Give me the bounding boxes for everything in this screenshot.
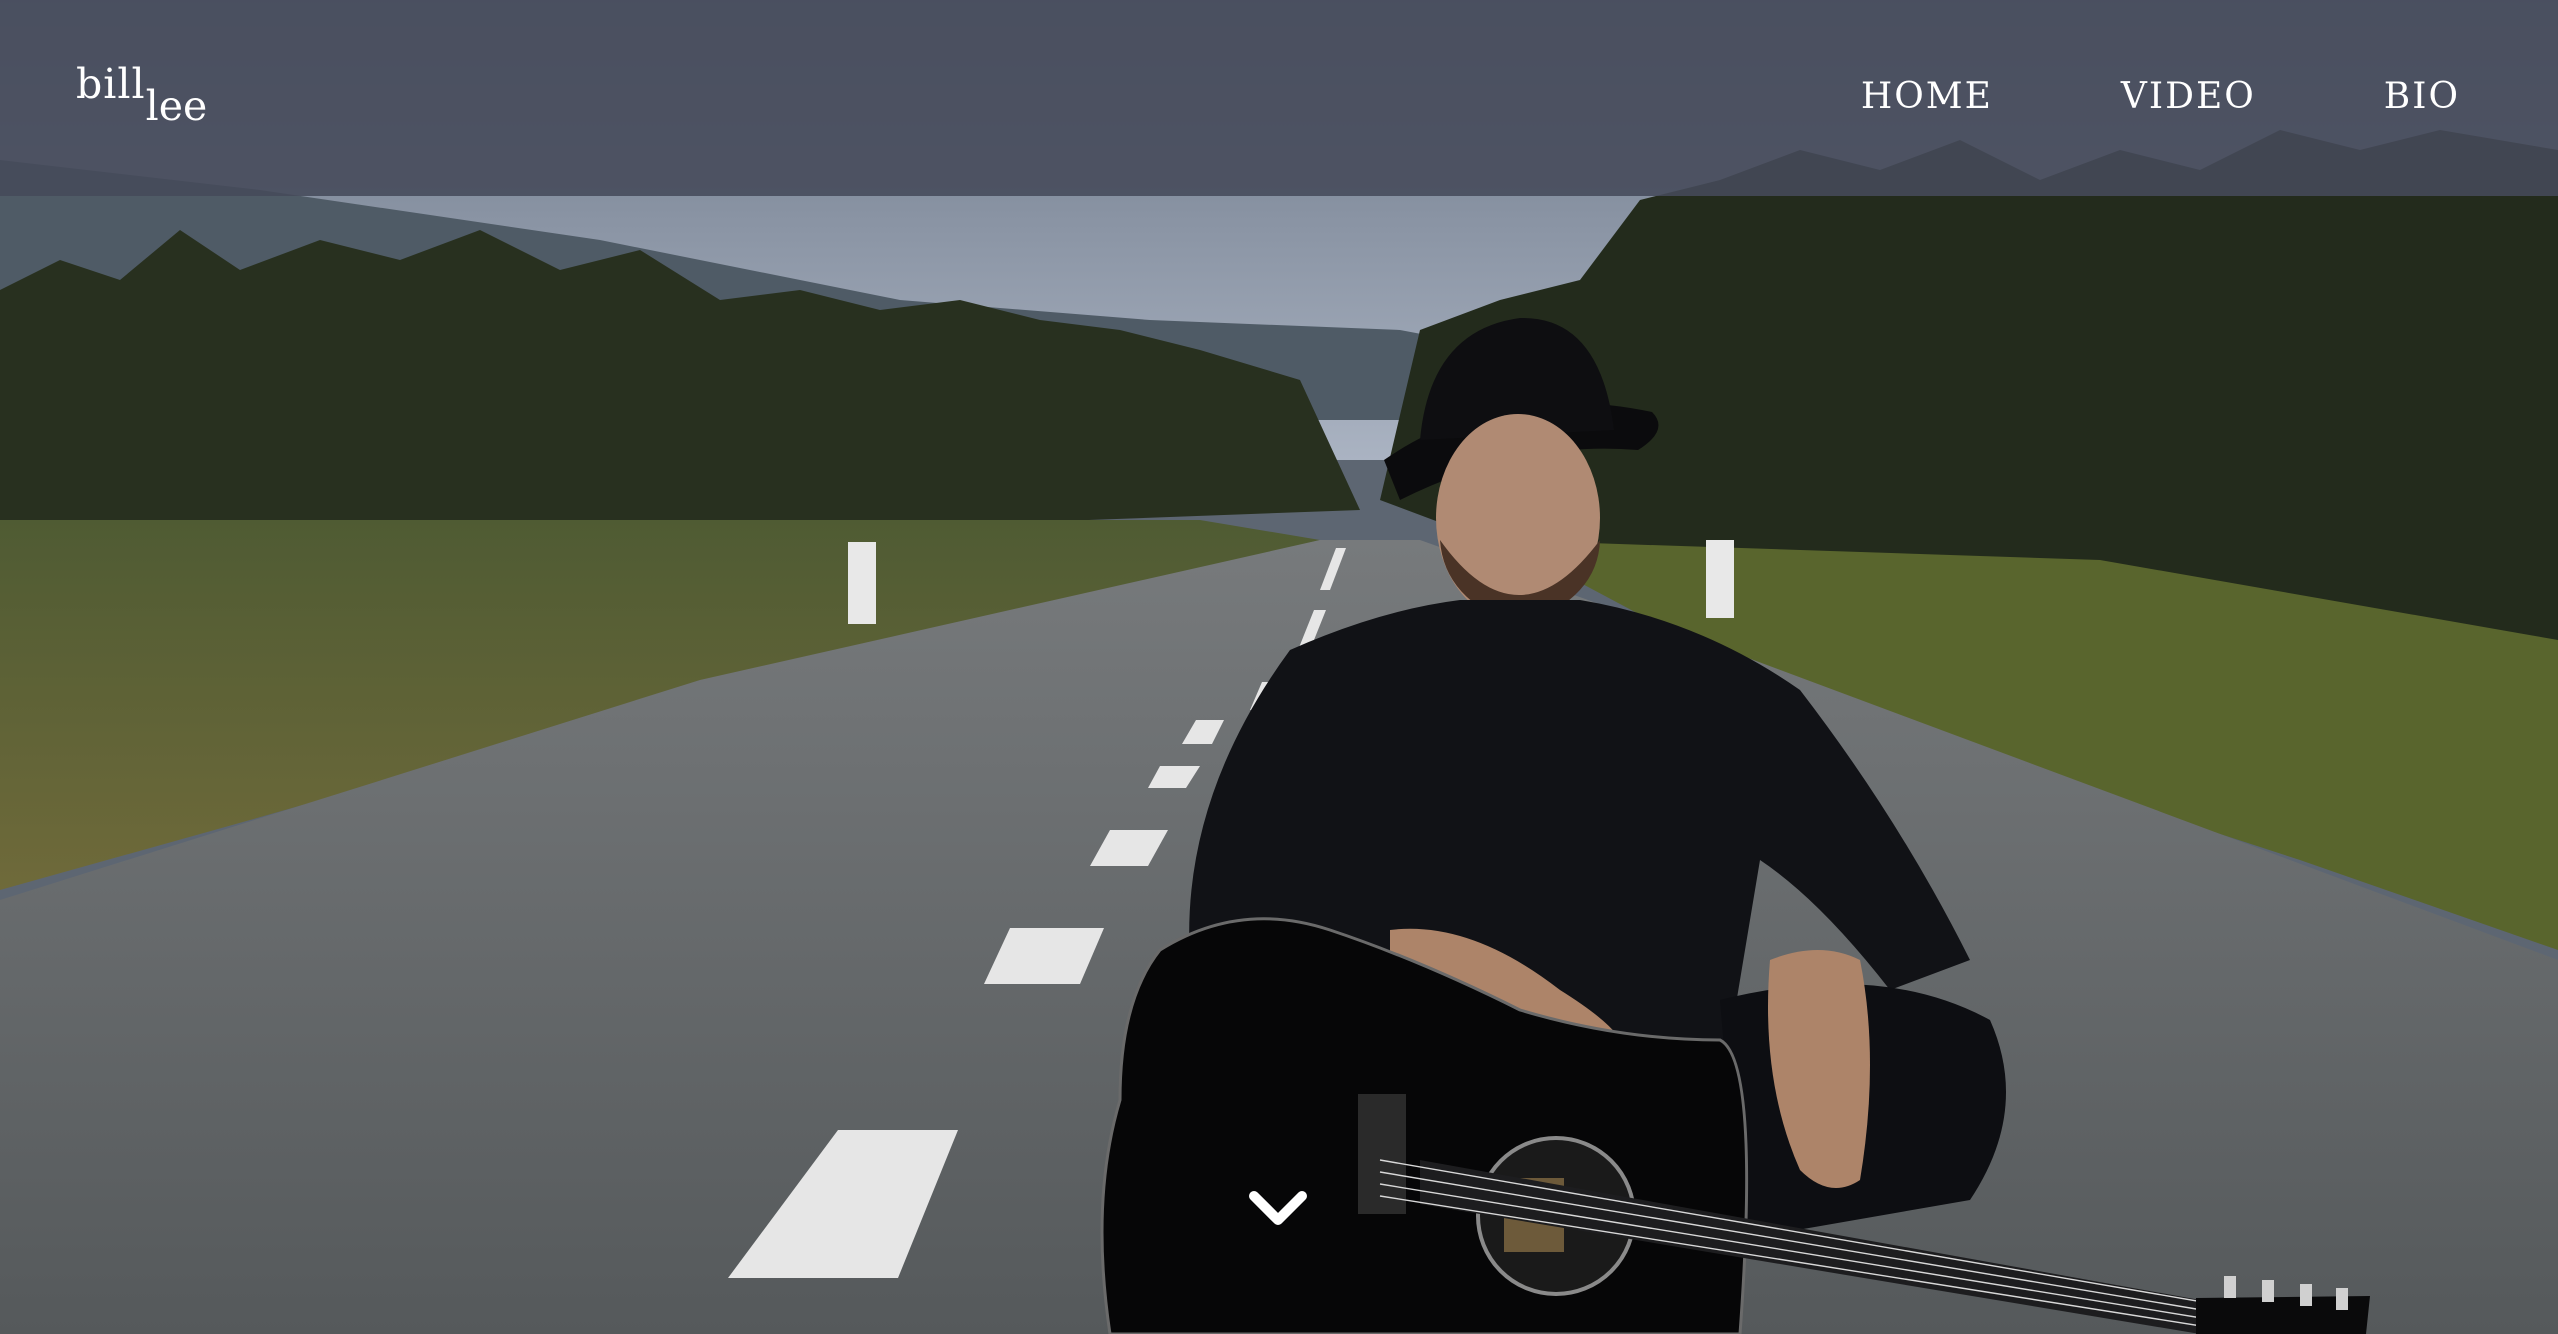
hero-photo bbox=[0, 0, 2558, 1334]
brand-logo[interactable]: billlee bbox=[76, 64, 207, 127]
nav-video-link[interactable]: VIDEO bbox=[2121, 76, 2256, 117]
site-header: billlee HOME VIDEO BIO bbox=[0, 0, 2558, 196]
chevron-down-icon[interactable] bbox=[1248, 1188, 1308, 1232]
nav-bio-link[interactable]: BIO bbox=[2384, 76, 2460, 117]
nav-home-link[interactable]: HOME bbox=[1861, 76, 1993, 117]
brand-last-name: lee bbox=[145, 82, 208, 130]
brand-first-name: bill bbox=[76, 60, 146, 108]
main-nav: HOME VIDEO BIO bbox=[1861, 76, 2460, 117]
